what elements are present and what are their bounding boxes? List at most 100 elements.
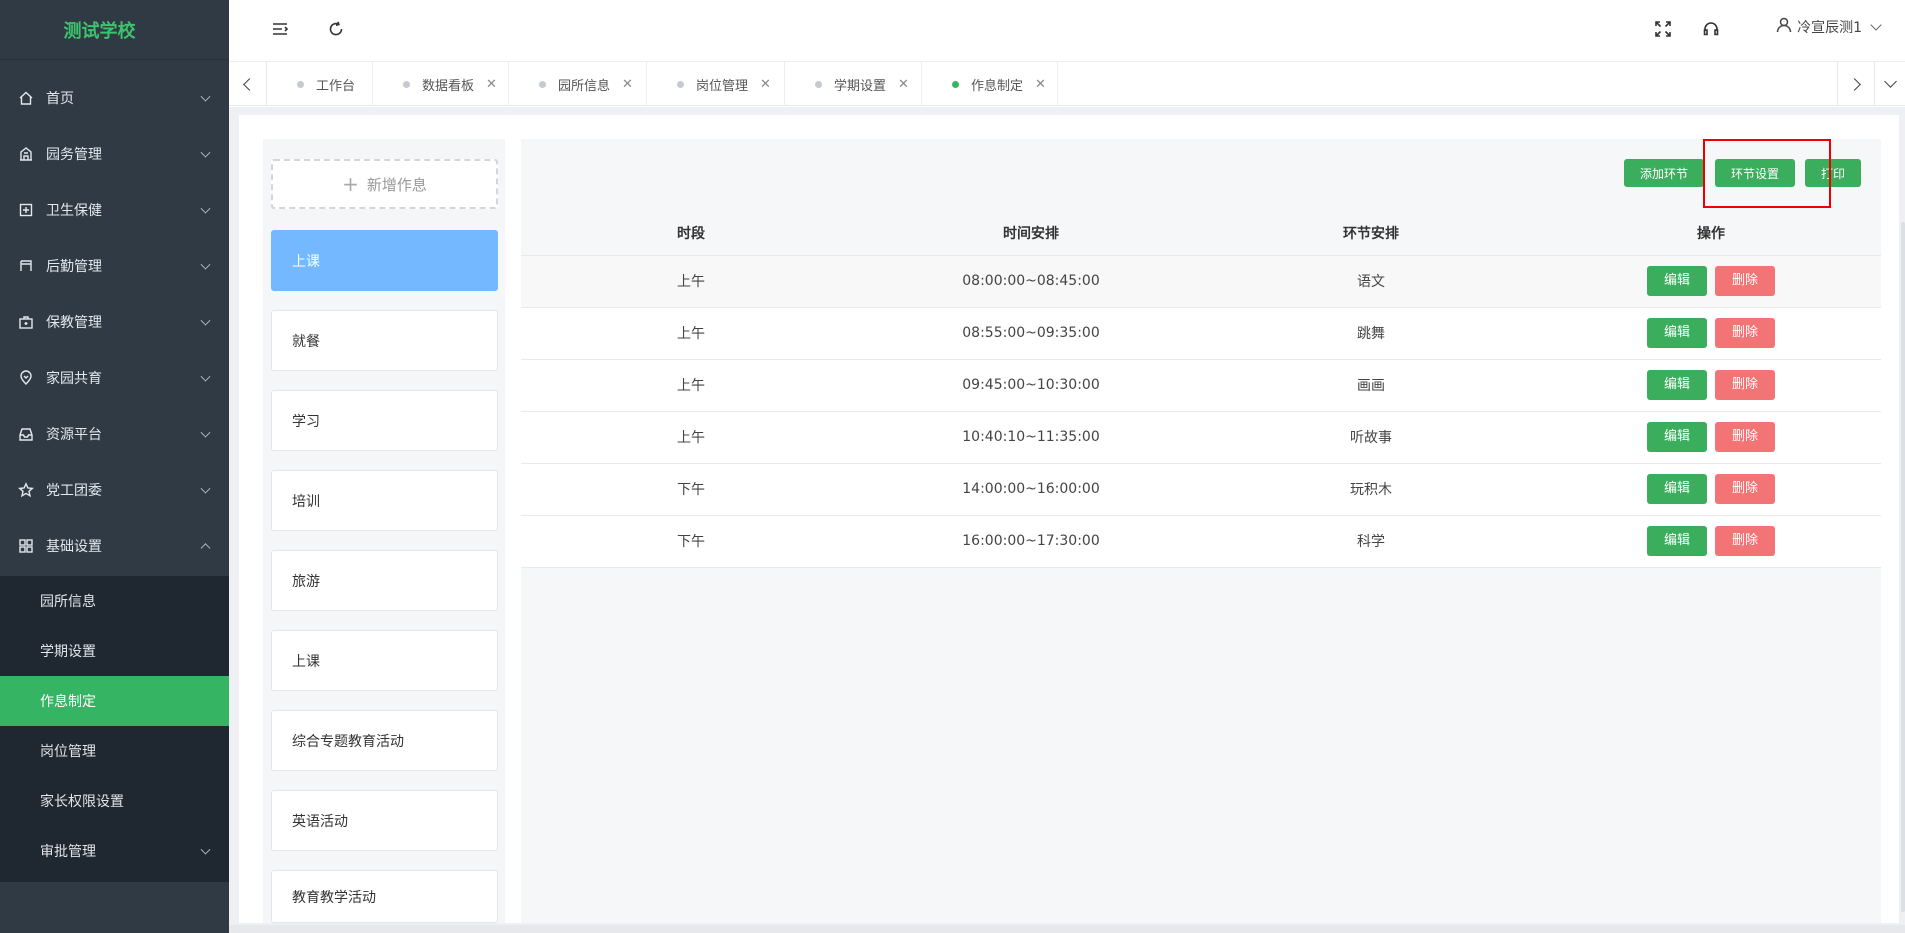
close-icon[interactable]: ✕ — [1035, 77, 1046, 92]
tab-school-info[interactable]: 园所信息 ✕ — [509, 62, 647, 106]
tab-dot — [297, 80, 304, 88]
actions-cell: 编辑 删除 — [1541, 515, 1881, 568]
list-item[interactable]: 旅游 — [271, 550, 498, 611]
schedule-table: 时段 时间安排 环节安排 操作 上午 08:00:00~08:45:00 语文 … — [521, 211, 1881, 568]
home-icon — [18, 90, 34, 106]
sidebar-item-parent-permissions[interactable]: 家长权限设置 — [0, 776, 229, 826]
tabs-scroll-left[interactable] — [229, 62, 267, 106]
tab-workbench[interactable]: 工作台 — [267, 62, 373, 106]
list-item[interactable]: 综合专题教育活动 — [271, 710, 498, 771]
edit-button[interactable]: 编辑 — [1647, 526, 1707, 556]
sidebar-item-positions[interactable]: 岗位管理 — [0, 726, 229, 776]
sidebar-item-schedule[interactable]: 作息制定 — [0, 676, 229, 726]
fullscreen-button[interactable] — [1652, 20, 1674, 42]
menu-item-label: 保教管理 — [46, 315, 102, 331]
chevron-right-icon — [1847, 77, 1861, 91]
menu-item-logistics[interactable]: 后勤管理 — [0, 238, 229, 294]
delete-button[interactable]: 删除 — [1715, 266, 1775, 296]
list-item[interactable]: 教育教学活动 — [271, 870, 498, 923]
chevron-down-icon — [200, 483, 211, 494]
table-header-row: 时段 时间安排 环节安排 操作 — [521, 211, 1881, 256]
delete-button[interactable]: 删除 — [1715, 474, 1775, 504]
close-icon[interactable]: ✕ — [898, 77, 909, 92]
tab-semester[interactable]: 学期设置 ✕ — [785, 62, 922, 106]
vertical-scrollbar[interactable] — [1901, 222, 1905, 912]
edit-button[interactable]: 编辑 — [1647, 318, 1707, 348]
menu-item-basic-settings[interactable]: 基础设置 — [0, 518, 229, 574]
close-icon[interactable]: ✕ — [760, 77, 771, 92]
tab-dot — [403, 80, 410, 88]
collapse-menu-button[interactable] — [269, 20, 291, 42]
menu-item-label: 后勤管理 — [46, 259, 102, 275]
print-button[interactable]: 打印 — [1805, 159, 1861, 187]
time-cell: 08:55:00~09:35:00 — [861, 307, 1201, 360]
menu-item-resources[interactable]: 资源平台 — [0, 406, 229, 462]
chevron-left-icon — [243, 77, 256, 91]
time-cell: 08:00:00~08:45:00 — [861, 255, 1201, 308]
delete-button[interactable]: 删除 — [1715, 422, 1775, 452]
menu-item-education[interactable]: 保教管理 — [0, 294, 229, 350]
list-item[interactable]: 英语活动 — [271, 790, 498, 851]
tabs-bar: 工作台 数据看板 ✕ 园所信息 ✕ 岗位管理 ✕ 学期设置 ✕ 作息制定 ✕ — [229, 62, 1905, 106]
close-icon[interactable]: ✕ — [486, 77, 497, 92]
tab-dot — [815, 80, 822, 88]
sidebar-item-school-info[interactable]: 园所信息 — [0, 576, 229, 626]
list-item[interactable]: 上课 — [271, 630, 498, 691]
actions-cell: 编辑 删除 — [1541, 463, 1881, 516]
refresh-button[interactable] — [325, 20, 347, 42]
delete-button[interactable]: 删除 — [1715, 318, 1775, 348]
menu-item-home-school[interactable]: 家园共育 — [0, 350, 229, 406]
menu-fold-icon — [271, 20, 289, 42]
menu-item-party[interactable]: 党工团委 — [0, 462, 229, 518]
sidebar-item-semester[interactable]: 学期设置 — [0, 626, 229, 676]
chevron-down-icon — [1883, 75, 1897, 88]
health-icon — [18, 202, 34, 218]
menu-item-health[interactable]: 卫生保健 — [0, 182, 229, 238]
edit-button[interactable]: 编辑 — [1647, 370, 1707, 400]
sub-item-label: 作息制定 — [40, 694, 96, 710]
table-row: 下午 16:00:00~17:30:00 科学 编辑 删除 — [521, 515, 1881, 568]
tab-schedule[interactable]: 作息制定 ✕ — [922, 62, 1058, 106]
list-item[interactable]: 就餐 — [271, 310, 498, 371]
tab-dashboard[interactable]: 数据看板 ✕ — [373, 62, 509, 106]
chevron-down-icon — [200, 315, 211, 326]
list-item[interactable]: 上课 — [271, 230, 498, 291]
fullscreen-icon — [1654, 20, 1672, 42]
segment-settings-button[interactable]: 环节设置 — [1715, 159, 1795, 187]
support-button[interactable] — [1700, 20, 1722, 42]
period-cell: 上午 — [521, 255, 861, 308]
tab-label: 工作台 — [316, 78, 356, 94]
tabs-menu-dropdown[interactable] — [1875, 62, 1905, 106]
edit-button[interactable]: 编辑 — [1647, 422, 1707, 452]
menu-item-home[interactable]: 首页 — [0, 70, 229, 126]
tabs-scroll-right[interactable] — [1837, 62, 1875, 106]
edit-button[interactable]: 编辑 — [1647, 474, 1707, 504]
table-row: 下午 14:00:00~16:00:00 玩积木 编辑 删除 — [521, 463, 1881, 516]
list-item[interactable]: 学习 — [271, 390, 498, 451]
table-row: 上午 08:55:00~09:35:00 跳舞 编辑 删除 — [521, 307, 1881, 360]
grid-icon — [18, 538, 34, 554]
add-segment-button[interactable]: 添加环节 — [1624, 159, 1704, 187]
list-item[interactable]: 培训 — [271, 470, 498, 531]
close-icon[interactable]: ✕ — [622, 77, 633, 92]
briefcase-icon — [18, 314, 34, 330]
menu-item-label: 首页 — [46, 91, 74, 107]
activity-cell: 语文 — [1201, 255, 1541, 308]
chevron-down-icon — [200, 427, 211, 438]
period-cell: 上午 — [521, 411, 861, 464]
tab-positions[interactable]: 岗位管理 ✕ — [647, 62, 785, 106]
delete-button[interactable]: 删除 — [1715, 370, 1775, 400]
sidebar-item-approvals[interactable]: 审批管理 — [0, 826, 229, 876]
tab-label: 园所信息 — [558, 78, 611, 94]
actions-cell: 编辑 删除 — [1541, 411, 1881, 464]
menu-item-admin[interactable]: 园务管理 — [0, 126, 229, 182]
add-schedule-button[interactable]: + 新增作息 — [271, 159, 498, 209]
basic-settings-submenu: 园所信息 学期设置 作息制定 岗位管理 家长权限设置 审批管理 — [0, 576, 229, 882]
top-header: 冷宣辰测1 — [229, 0, 1905, 62]
delete-button[interactable]: 删除 — [1715, 526, 1775, 556]
chevron-down-icon — [200, 147, 211, 158]
table-row: 上午 09:45:00~10:30:00 画画 编辑 删除 — [521, 359, 1881, 412]
tab-dot — [677, 80, 684, 88]
edit-button[interactable]: 编辑 — [1647, 266, 1707, 296]
user-menu[interactable]: 冷宣辰测1 — [1775, 16, 1882, 38]
